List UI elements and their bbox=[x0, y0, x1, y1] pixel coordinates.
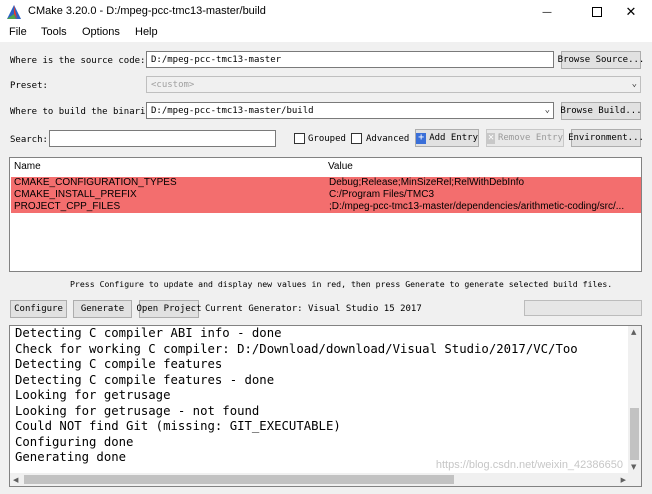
configure-button[interactable]: Configure bbox=[10, 300, 67, 318]
row-value: C:/Program Files/TMC3 bbox=[329, 189, 435, 200]
browse-build-button[interactable]: Browse Build... bbox=[560, 102, 642, 120]
advanced-label: Advanced bbox=[366, 134, 410, 144]
menu-tools[interactable]: Tools bbox=[41, 26, 67, 38]
minimize-button[interactable]: — bbox=[526, 0, 568, 24]
remove-entry-button: ✕ Remove Entry bbox=[486, 129, 564, 147]
menu-file[interactable]: File bbox=[9, 26, 27, 38]
maximize-icon bbox=[592, 7, 602, 17]
preset-value: <custom> bbox=[151, 80, 195, 90]
close-icon: ✕ bbox=[625, 4, 637, 20]
search-input[interactable] bbox=[49, 130, 276, 147]
minimize-icon: — bbox=[542, 6, 552, 18]
configure-hint: Press Configure to update and display ne… bbox=[70, 279, 613, 289]
name-column-header[interactable]: Name bbox=[14, 161, 41, 172]
progress-bar bbox=[524, 300, 642, 316]
scroll-left-icon[interactable]: ◀ bbox=[13, 476, 18, 484]
cache-table[interactable]: Name Value CMAKE_CONFIGURATION_TYPES Deb… bbox=[9, 157, 642, 272]
log-line: Detecting C compile features - done bbox=[15, 372, 275, 387]
watermark: https://blog.csdn.net/weixin_42386650 bbox=[435, 459, 623, 471]
log-line: Check for working C compiler: D:/Downloa… bbox=[15, 341, 578, 356]
scroll-down-icon[interactable]: ▼ bbox=[631, 463, 636, 471]
log-line: Could NOT find Git (missing: GIT_EXECUTA… bbox=[15, 419, 341, 433]
row-value: Debug;Release;MinSizeRel;RelWithDebInfo bbox=[329, 177, 525, 188]
plus-icon: + bbox=[416, 132, 427, 144]
preset-select: <custom> ⌄ bbox=[146, 76, 641, 93]
browse-source-button[interactable]: Browse Source... bbox=[558, 51, 644, 69]
log-line: Generating done bbox=[15, 450, 127, 464]
vertical-scroll-thumb[interactable] bbox=[630, 408, 639, 460]
open-project-button[interactable]: Open Project bbox=[136, 300, 202, 318]
menu-options[interactable]: Options bbox=[82, 26, 120, 38]
generate-button[interactable]: Generate bbox=[73, 300, 132, 318]
cmake-logo-icon bbox=[7, 5, 21, 19]
grouped-label: Grouped bbox=[308, 134, 346, 144]
close-button[interactable]: ✕ bbox=[610, 0, 652, 24]
source-path-input[interactable]: D:/mpeg-pcc-tmc13-master bbox=[146, 51, 554, 68]
scroll-up-icon[interactable]: ▲ bbox=[631, 328, 636, 336]
environment-button[interactable]: Environment... bbox=[568, 129, 644, 147]
menu-help[interactable]: Help bbox=[135, 26, 158, 38]
search-label: Search: bbox=[10, 135, 48, 145]
log-line: Looking for getrusage - not found bbox=[15, 403, 260, 418]
row-value: ;D:/mpeg-pcc-tmc13-master/dependencies/a… bbox=[329, 201, 625, 212]
log-line: Detecting C compiler ABI info - done bbox=[15, 326, 282, 340]
build-path-value: D:/mpeg-pcc-tmc13-master/build bbox=[151, 106, 314, 116]
row-name: CMAKE_CONFIGURATION_TYPES bbox=[14, 177, 177, 188]
preset-label: Preset: bbox=[10, 81, 48, 91]
chevron-down-icon: ⌄ bbox=[544, 105, 550, 115]
current-generator: Current Generator: Visual Studio 15 2017 bbox=[205, 304, 422, 314]
window-title: CMake 3.20.0 - D:/mpeg-pcc-tmc13-master/… bbox=[28, 5, 266, 17]
log-line: Detecting C compile features bbox=[15, 357, 223, 371]
log-horizontal-scrollbar[interactable]: ◀ ▶ bbox=[10, 473, 629, 486]
advanced-checkbox[interactable] bbox=[351, 133, 362, 144]
add-entry-label: Add Entry bbox=[429, 133, 478, 143]
log-line: Configuring done bbox=[15, 434, 134, 449]
remove-icon: ✕ bbox=[487, 131, 495, 144]
scroll-right-icon[interactable]: ▶ bbox=[621, 476, 626, 484]
table-row[interactable]: CMAKE_INSTALL_PREFIX C:/Program Files/TM… bbox=[11, 189, 641, 201]
log-line: Looking for getrusage bbox=[15, 388, 171, 402]
row-name: CMAKE_INSTALL_PREFIX bbox=[14, 189, 137, 200]
table-row[interactable]: CMAKE_CONFIGURATION_TYPES Debug;Release;… bbox=[11, 177, 641, 189]
add-entry-button[interactable]: + Add Entry bbox=[415, 129, 479, 147]
horizontal-scroll-thumb[interactable] bbox=[24, 475, 454, 484]
output-log[interactable]: Detecting C compiler ABI info - done Che… bbox=[9, 325, 642, 487]
row-name: PROJECT_CPP_FILES bbox=[14, 201, 121, 212]
build-label: Where to build the binaries: bbox=[10, 107, 162, 117]
log-vertical-scrollbar[interactable]: ▲ ▼ bbox=[628, 326, 641, 486]
value-column-header[interactable]: Value bbox=[328, 161, 353, 172]
chevron-down-icon: ⌄ bbox=[631, 79, 637, 89]
source-label: Where is the source code: bbox=[10, 56, 146, 66]
remove-entry-label: Remove Entry bbox=[497, 133, 563, 143]
table-row[interactable]: PROJECT_CPP_FILES ;D:/mpeg-pcc-tmc13-mas… bbox=[11, 201, 641, 213]
build-path-combo[interactable]: D:/mpeg-pcc-tmc13-master/build ⌄ bbox=[146, 102, 554, 119]
grouped-checkbox[interactable] bbox=[294, 133, 305, 144]
